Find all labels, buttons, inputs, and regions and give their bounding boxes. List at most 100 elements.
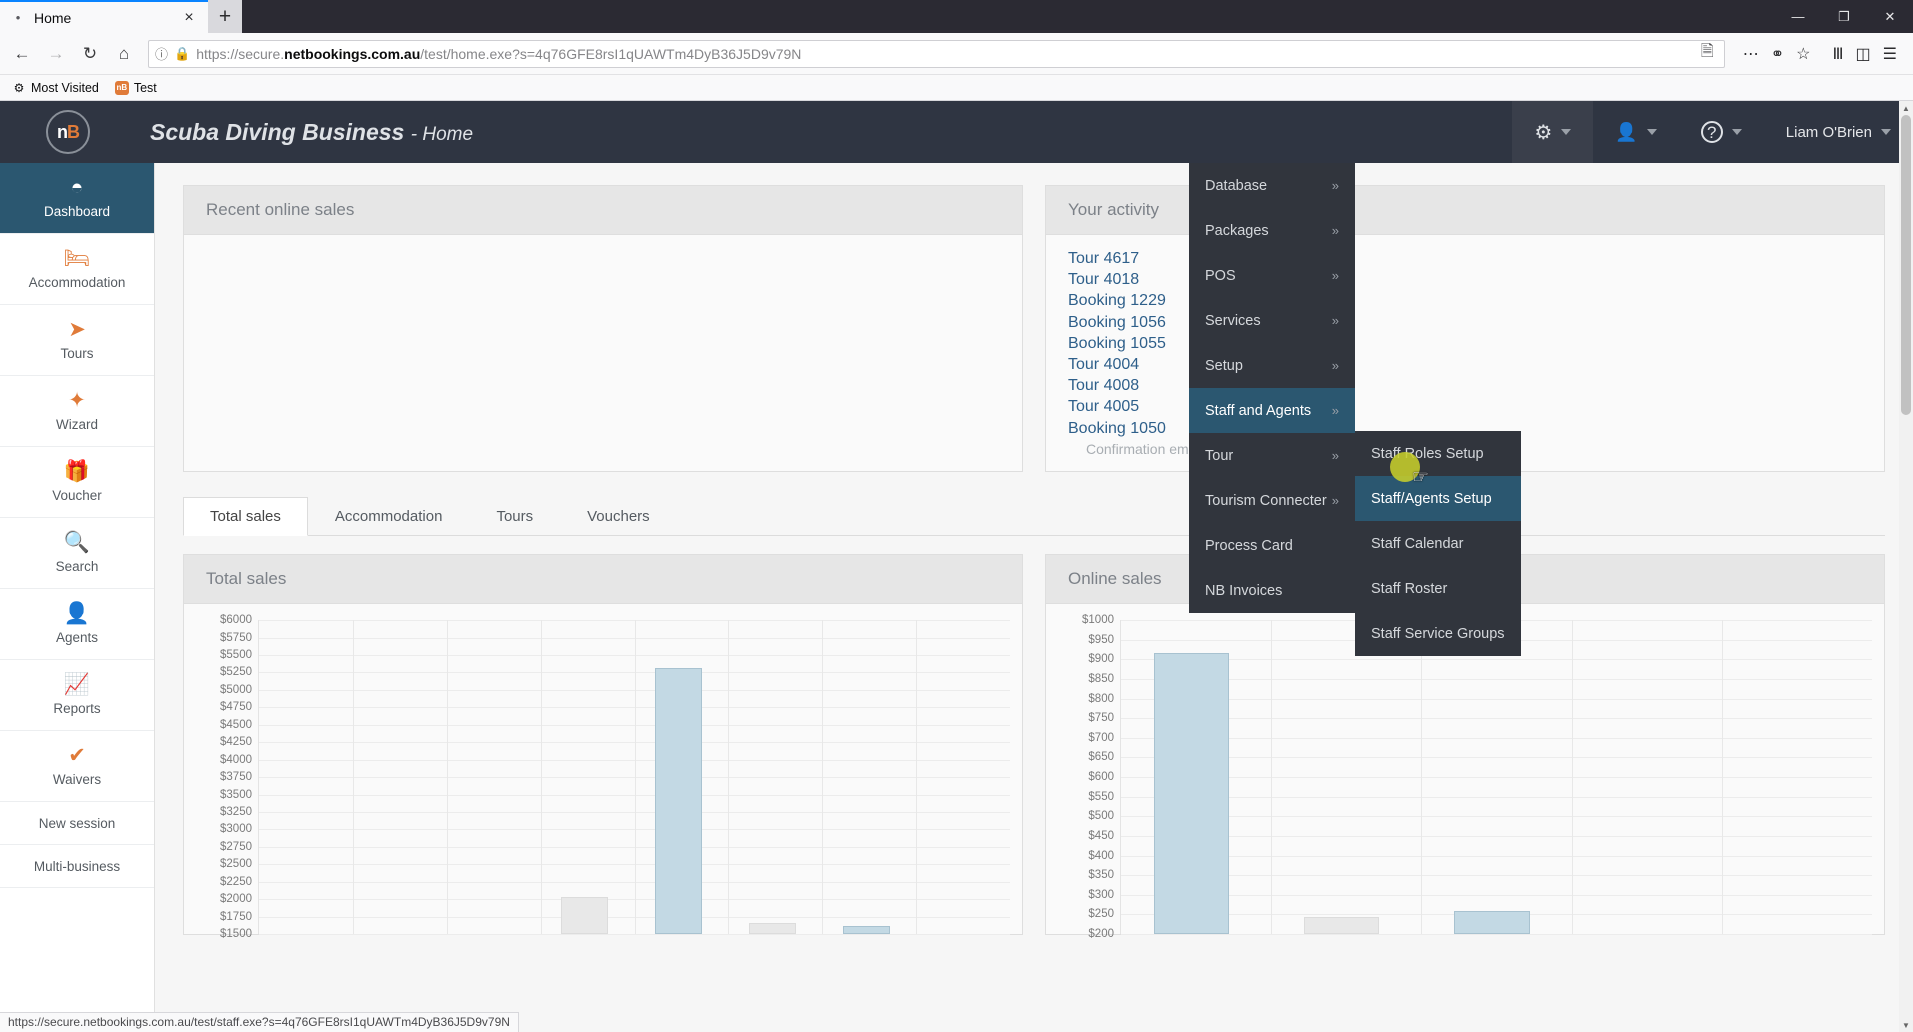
scroll-down-icon[interactable]: ▼ <box>1899 1018 1913 1032</box>
pocket-icon[interactable]: ⚭ <box>1771 44 1784 64</box>
sidebar-item-wizard[interactable]: ✦ Wizard <box>0 376 154 447</box>
sidebar-item-label: Agents <box>55 630 99 645</box>
sidebar-item-voucher[interactable]: 🎁 Voucher <box>0 447 154 518</box>
library-icon[interactable]: Ⅲ <box>1833 44 1844 64</box>
minimize-icon[interactable]: — <box>1775 0 1821 33</box>
sidebar-item-waivers[interactable]: ✔ Waivers <box>0 731 154 802</box>
menu-item-database[interactable]: Database » <box>1189 163 1355 208</box>
y-axis-tick: $450 <box>1088 829 1114 842</box>
submenu-item-staff-agents-setup[interactable]: Staff/Agents Setup <box>1355 476 1521 521</box>
reload-icon[interactable]: ↻ <box>74 38 106 70</box>
menu-item-process-card[interactable]: Process Card <box>1189 523 1355 568</box>
page-actions-icon[interactable]: ⋯ <box>1743 44 1759 64</box>
sidebar-item-label: New session <box>38 815 116 831</box>
scrollbar-thumb[interactable] <box>1901 115 1911 415</box>
scroll-up-icon[interactable]: ▲ <box>1899 101 1913 115</box>
list-item[interactable]: Tour 4018 <box>1068 270 1862 291</box>
url-input[interactable]: https://secure.netbookings.com.au/test/h… <box>196 46 1695 62</box>
gridline <box>1121 757 1872 759</box>
user-menu-button[interactable]: 👤 <box>1593 101 1678 163</box>
submenu-item-staff-roster[interactable]: Staff Roster <box>1355 566 1521 611</box>
gridline <box>259 934 1010 936</box>
page-title: Scuba Diving Business - Home <box>150 119 473 146</box>
list-item[interactable]: Booking 1055 <box>1068 334 1862 355</box>
menu-item-services[interactable]: Services » <box>1189 298 1355 343</box>
list-item[interactable]: Booking 1056 <box>1068 313 1862 334</box>
sidebar-item-dashboard[interactable]: ◓ Dashboard <box>0 163 154 234</box>
list-item[interactable]: Tour 4004 <box>1068 355 1862 376</box>
sidebar-icon[interactable]: ◫ <box>1856 44 1871 64</box>
forward-icon[interactable]: → <box>40 38 72 70</box>
url-bar[interactable]: ⓘ 🔒 https://secure.netbookings.com.au/te… <box>148 39 1725 68</box>
submenu-arrow-icon: » <box>1331 178 1339 193</box>
gridline-vertical <box>822 620 824 935</box>
y-axis-tick: $900 <box>1088 653 1114 666</box>
sidebar-item-multi-business[interactable]: Multi-business <box>0 845 154 888</box>
y-axis-tick: $550 <box>1088 790 1114 803</box>
netbookings-logo-icon[interactable]: nB <box>46 110 90 154</box>
back-icon[interactable]: ← <box>6 38 38 70</box>
maximize-icon[interactable]: ❐ <box>1821 0 1867 33</box>
submenu-arrow-icon: » <box>1331 223 1339 238</box>
sidebar-item-tours[interactable]: ➤ Tours <box>0 305 154 376</box>
y-axis-tick: $2750 <box>220 840 252 853</box>
menu-hamburger-icon[interactable]: ☰ <box>1883 44 1897 64</box>
settings-menu-button[interactable]: ⚙ <box>1512 101 1594 163</box>
menu-item-setup[interactable]: Setup » <box>1189 343 1355 388</box>
account-menu-button[interactable]: Liam O'Brien <box>1764 101 1913 163</box>
submenu-item-staff-calendar[interactable]: Staff Calendar <box>1355 521 1521 566</box>
submenu-arrow-icon: » <box>1331 403 1339 418</box>
menu-item-staff-and-agents[interactable]: Staff and Agents » <box>1189 388 1355 433</box>
tab-total-sales[interactable]: Total sales <box>183 497 308 537</box>
sidebar-item-reports[interactable]: 📈 Reports <box>0 660 154 731</box>
close-icon[interactable]: × <box>180 9 198 26</box>
reader-view-icon[interactable]: 🗎 <box>1701 40 1714 67</box>
sidebar-item-label: Tours <box>60 346 94 361</box>
bookmark-most-visited[interactable]: ⚙ Most Visited <box>12 81 99 95</box>
bookmark-star-icon[interactable]: ☆ <box>1796 44 1810 64</box>
toolbar-right-icons: ⋯ ⚭ ☆ <box>1733 44 1821 64</box>
page-scrollbar[interactable]: ▲ ▼ <box>1899 101 1913 1032</box>
list-item[interactable]: Tour 4617 <box>1068 249 1862 270</box>
check-icon: ✔ <box>68 744 86 767</box>
help-menu-button[interactable]: ? <box>1679 101 1764 163</box>
app-header: nB Scuba Diving Business - Home ⚙ 👤 ? Li… <box>0 101 1913 163</box>
site-info-icon[interactable]: ⓘ <box>155 44 168 63</box>
bookmark-test[interactable]: nB Test <box>114 80 157 95</box>
list-item[interactable]: Tour 4008 <box>1068 376 1862 397</box>
home-icon[interactable]: ⌂ <box>108 38 140 70</box>
browser-tab-home[interactable]: • Home × <box>0 0 208 33</box>
list-item[interactable]: Booking 1229 <box>1068 291 1862 312</box>
menu-item-tour[interactable]: Tour » <box>1189 433 1355 478</box>
sidebar-item-agents[interactable]: 👤 Agents <box>0 589 154 660</box>
sidebar-item-accommodation[interactable]: 🛏 Accommodation <box>0 234 154 305</box>
toolbar-far-right-icons: Ⅲ ◫ ☰ <box>1823 44 1908 64</box>
menu-item-tourism-connecter[interactable]: Tourism Connecter » <box>1189 478 1355 523</box>
sidebar-item-new-session[interactable]: New session <box>0 802 154 845</box>
menu-item-nb-invoices[interactable]: NB Invoices <box>1189 568 1355 613</box>
y-axis-tick: $650 <box>1088 751 1114 764</box>
plot-area <box>1120 620 1872 936</box>
lock-icon: 🔒 <box>174 45 191 61</box>
menu-item-pos[interactable]: POS » <box>1189 253 1355 298</box>
sidebar-item-search[interactable]: 🔍 Search <box>0 518 154 589</box>
submenu-item-staff-service-groups[interactable]: Staff Service Groups <box>1355 611 1521 656</box>
menu-item-label: Staff and Agents <box>1205 402 1312 419</box>
main-content: Recent online sales Your activity Tour 4… <box>155 163 1913 1032</box>
menu-item-packages[interactable]: Packages » <box>1189 208 1355 253</box>
tab-vouchers[interactable]: Vouchers <box>560 497 677 536</box>
submenu-item-staff-roles-setup[interactable]: Staff Roles Setup <box>1355 431 1521 476</box>
sidebar-item-label: Dashboard <box>43 204 111 219</box>
gridline-vertical <box>352 620 354 935</box>
tab-tours[interactable]: Tours <box>469 497 560 536</box>
window-close-icon[interactable]: ✕ <box>1867 0 1913 33</box>
gridline <box>1121 894 1872 896</box>
y-axis-tick: $750 <box>1088 712 1114 725</box>
y-axis-tick: $800 <box>1088 692 1114 705</box>
menu-item-label: Database <box>1205 177 1268 194</box>
tab-accommodation[interactable]: Accommodation <box>308 497 470 536</box>
gift-icon: 🎁 <box>63 460 91 483</box>
new-tab-button[interactable]: + <box>208 0 242 33</box>
menu-item-label: Staff Roster <box>1371 580 1448 597</box>
list-item[interactable]: Tour 4005 <box>1068 397 1862 418</box>
